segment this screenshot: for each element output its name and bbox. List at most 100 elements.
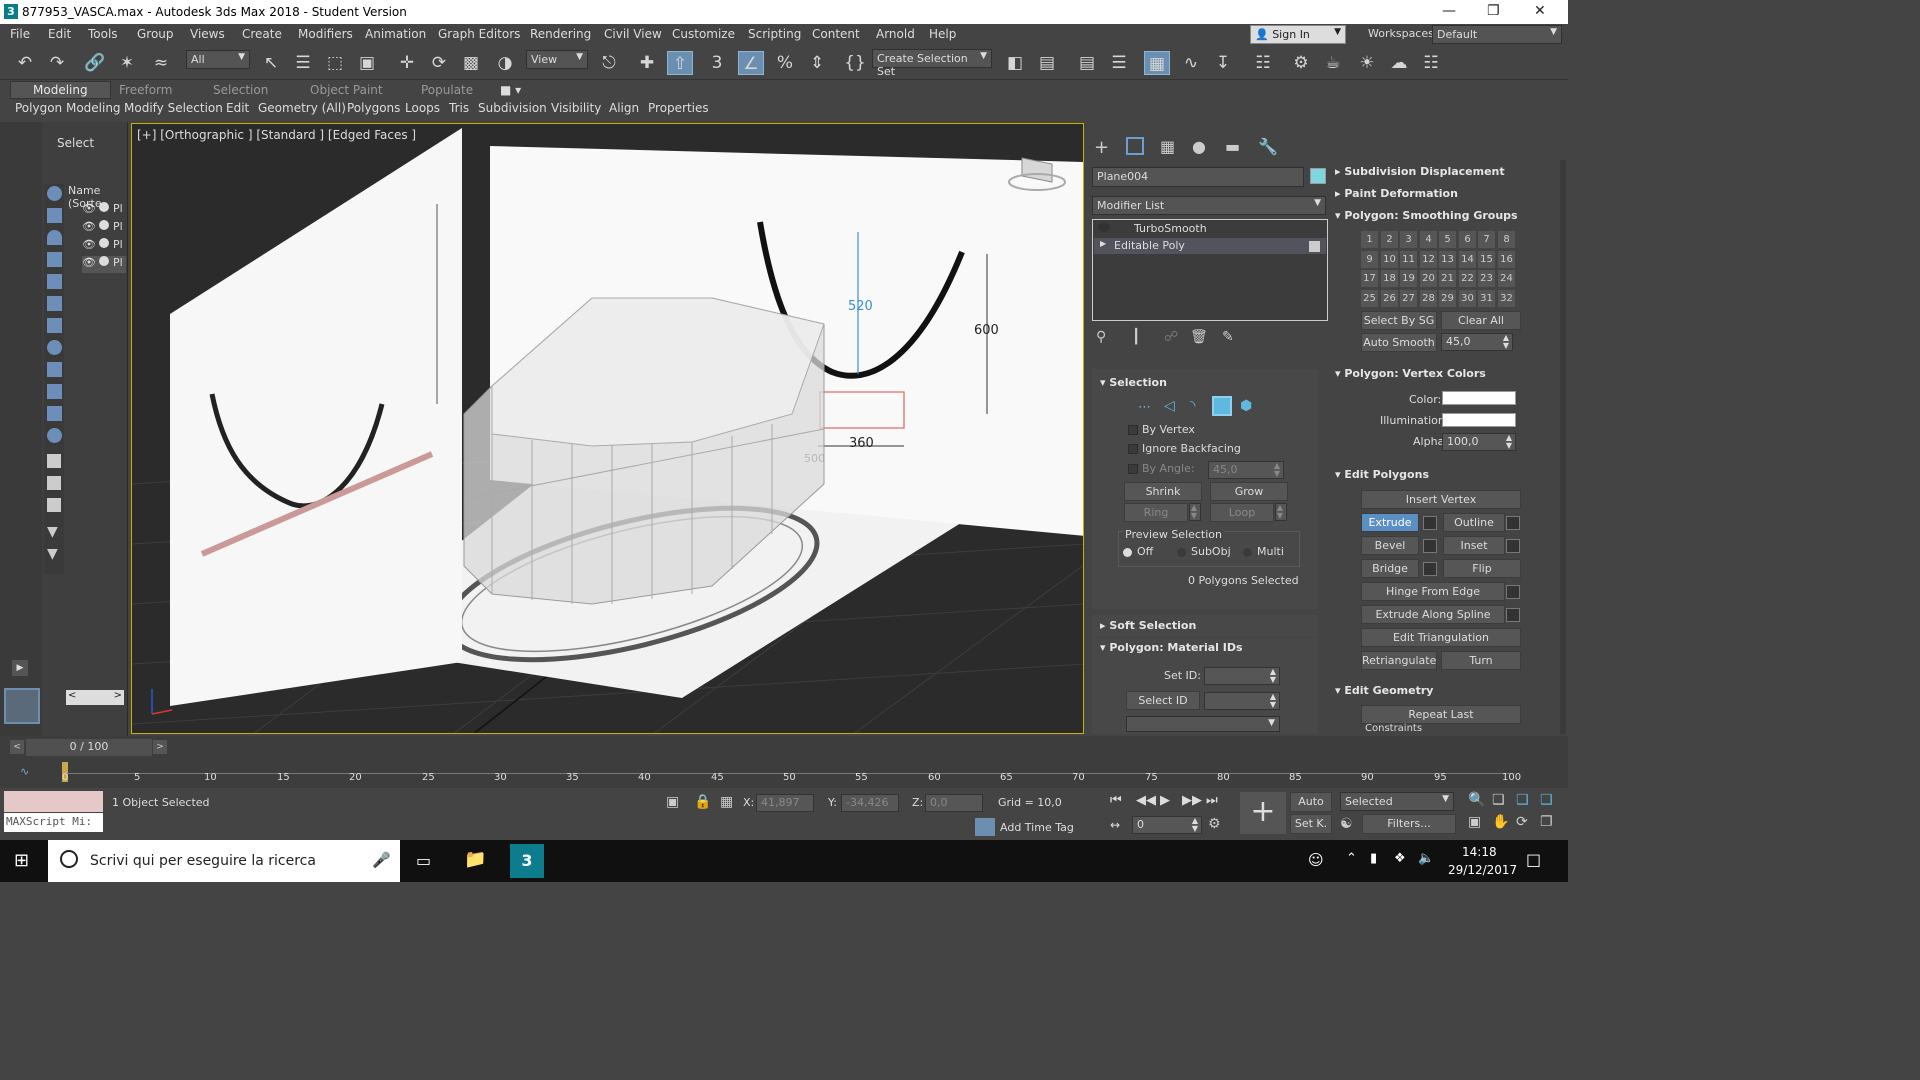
menu-content[interactable]: Content [812, 27, 860, 41]
bridge-settings-icon[interactable] [1423, 562, 1437, 576]
container-filter-icon[interactable] [47, 384, 62, 399]
key-mode-icon[interactable]: ↔ [1110, 818, 1120, 832]
sg-button[interactable]: 17 [1361, 270, 1378, 287]
flip-button[interactable]: Flip [1443, 559, 1521, 578]
edit-named-selection-icon[interactable]: {} [842, 51, 868, 75]
edit-polygons-rollout[interactable]: ▾ Edit Polygons [1335, 468, 1429, 481]
eye-icon[interactable]: 👁 [82, 256, 96, 269]
subdivision-displacement-rollout[interactable]: ▸ Subdivision Displacement [1335, 165, 1505, 178]
scene-explorer-icon[interactable]: ▦ [1144, 51, 1170, 75]
x-coordinate-field[interactable]: 41,897 [756, 794, 814, 812]
ribbon-edit[interactable]: Edit [226, 101, 249, 115]
border-mode-icon[interactable]: ◝ [1190, 398, 1195, 414]
spacewarp-filter-icon[interactable] [47, 296, 62, 311]
sg-button[interactable]: 15 [1478, 251, 1495, 268]
named-selection-dropdown[interactable]: Create Selection Set ▼ [872, 49, 992, 78]
select-by-sg-button[interactable]: Select By SG [1361, 311, 1437, 330]
percent-snap-icon[interactable]: % [772, 51, 798, 75]
motion-tab-icon[interactable]: ● [1192, 137, 1206, 156]
smoothing-groups-rollout[interactable]: ▾ Polygon: Smoothing Groups [1335, 209, 1518, 222]
dope-sheet-icon[interactable]: ↧ [1210, 51, 1236, 75]
sg-button[interactable]: 16 [1498, 251, 1515, 268]
scene-hscrollbar[interactable]: < > [66, 690, 124, 705]
ring-spinner[interactable]: ▲ ▼ [1189, 503, 1201, 521]
viewport-label[interactable]: [+] [Orthographic ] [Standard ] [Edged F… [137, 128, 416, 142]
eye-icon[interactable]: 👁 [82, 238, 96, 251]
microphone-icon[interactable]: 🎤 [372, 851, 391, 869]
go-to-start-icon[interactable]: ⏮ [1110, 793, 1122, 808]
sg-button[interactable]: 12 [1420, 251, 1437, 268]
ribbon-subdivision[interactable]: Subdivision [478, 101, 547, 115]
menu-file[interactable]: File [10, 27, 30, 41]
sg-button[interactable]: 5 [1439, 231, 1456, 248]
bevel-button[interactable]: Bevel [1361, 536, 1419, 555]
edge-mode-icon[interactable]: ◁ [1164, 398, 1175, 414]
keyboard-shortcut-override-icon[interactable]: ⇧ [667, 51, 693, 75]
create-tab-icon[interactable]: + [1094, 137, 1109, 158]
sg-button[interactable]: 1 [1361, 231, 1378, 248]
sg-button[interactable]: 31 [1478, 290, 1495, 307]
auto-key-button[interactable]: Auto [1290, 792, 1332, 812]
display-tab-icon[interactable]: ▬ [1225, 137, 1240, 156]
sg-button[interactable]: 21 [1439, 270, 1456, 287]
stack-toggle-icon[interactable] [1309, 241, 1320, 252]
ribbon-polygon-modeling[interactable]: Polygon Modeling [15, 101, 121, 115]
panel-scrollbar[interactable] [1560, 160, 1566, 734]
chevron-left-icon[interactable]: < [68, 690, 76, 701]
sg-button[interactable]: 13 [1439, 251, 1456, 268]
sg-button[interactable]: 20 [1420, 270, 1437, 287]
render-setup-icon[interactable]: ☕ [1320, 51, 1346, 75]
bridge-button[interactable]: Bridge [1361, 559, 1419, 578]
menu-arnold[interactable]: Arnold [876, 27, 915, 41]
add-time-tag-label[interactable]: Add Time Tag [1000, 821, 1074, 834]
redo-icon[interactable]: ↷ [44, 51, 70, 75]
sg-button[interactable]: 23 [1478, 270, 1495, 287]
shape-filter-icon[interactable] [47, 208, 62, 223]
menu-rendering[interactable]: Rendering [530, 27, 591, 41]
absolute-mode-icon[interactable]: ▦ [720, 794, 733, 810]
display-all-icon[interactable] [47, 454, 61, 468]
eye-icon[interactable]: 👁 [82, 220, 96, 233]
select-object-icon[interactable]: ↖ [258, 51, 284, 75]
mirror-icon[interactable]: ◧ [1002, 51, 1028, 75]
select-manipulate-icon[interactable]: ✚ [634, 51, 660, 75]
hinge-from-edge-button[interactable]: Hinge From Edge [1361, 582, 1505, 601]
material-editor-icon[interactable]: ⚙ [1288, 51, 1314, 75]
light-bulb-icon[interactable] [1098, 223, 1110, 232]
key-filter-dropdown[interactable]: Selected ▼ [1340, 792, 1454, 811]
close-icon[interactable]: ✕ [1534, 3, 1546, 19]
sg-button[interactable]: 25 [1361, 290, 1378, 307]
by-vertex-checkbox[interactable] [1128, 425, 1138, 435]
sign-in-dropdown[interactable]: 👤 Sign In ▼ [1250, 25, 1346, 44]
select-id-button[interactable]: Select ID [1126, 691, 1200, 710]
bind-space-warp-icon[interactable]: ≈ [148, 51, 174, 75]
next-frame-icon[interactable]: ▶▶ [1182, 793, 1202, 808]
menu-tools[interactable]: Tools [88, 27, 118, 41]
menu-modifiers[interactable]: Modifiers [298, 27, 353, 41]
polygon-mode-icon[interactable] [1212, 396, 1232, 416]
find-icon[interactable]: ▼ [47, 546, 58, 562]
sg-button[interactable]: 6 [1459, 231, 1476, 248]
field-of-view-icon[interactable]: ▣ [1468, 814, 1481, 830]
object-color-swatch[interactable] [1310, 168, 1326, 184]
vertex-mode-icon[interactable]: ⋯ [1138, 400, 1151, 415]
ribbon-options-icon[interactable]: ■ ▾ [500, 83, 521, 97]
orbit-icon[interactable]: ⟳ [1516, 814, 1528, 830]
set-key-button[interactable]: Set K. [1290, 814, 1332, 834]
pivot-center-icon[interactable]: ⎋ [596, 51, 622, 75]
reference-coordinate-dropdown[interactable]: View ▼ [526, 50, 588, 69]
menu-scripting[interactable]: Scripting [748, 27, 801, 41]
scene-item[interactable]: 👁 Pl [82, 256, 126, 273]
helper-filter-icon[interactable] [47, 274, 62, 289]
sg-button[interactable]: 24 [1498, 270, 1515, 287]
place-icon[interactable]: ◑ [492, 51, 518, 75]
scene-item[interactable]: 👁 Pl [82, 220, 126, 237]
battery-icon[interactable]: ▮ [1370, 851, 1377, 866]
extrude-button[interactable]: Extrude [1361, 513, 1419, 532]
current-frame-field[interactable]: 0 ▲ ▼ [1132, 816, 1202, 834]
sg-button[interactable]: 7 [1478, 231, 1495, 248]
extrude-along-spline-button[interactable]: Extrude Along Spline [1361, 605, 1505, 624]
utilities-tab-icon[interactable]: 🔧 [1258, 137, 1278, 156]
menu-graph-editors[interactable]: Graph Editors [438, 27, 520, 41]
rendered-frame-icon[interactable]: ☀ [1354, 51, 1380, 75]
